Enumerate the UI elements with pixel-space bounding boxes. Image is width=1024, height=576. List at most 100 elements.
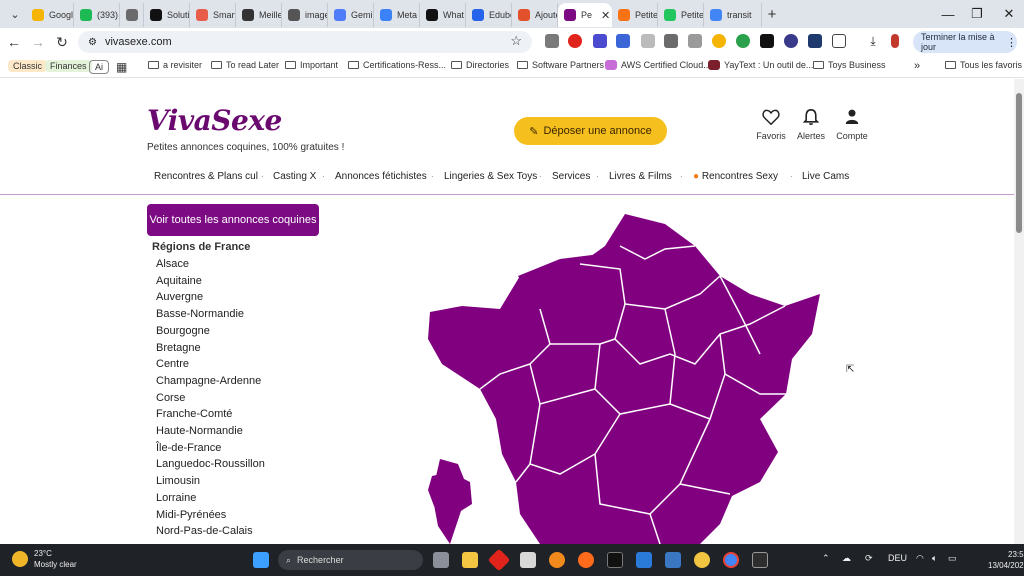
vscode-icon[interactable]: [636, 552, 652, 568]
profile-icon[interactable]: [891, 34, 899, 48]
region-link[interactable]: Franche-Comté: [156, 408, 232, 420]
nav-services[interactable]: Services: [552, 171, 590, 182]
bookmark-folder-2[interactable]: Important: [285, 60, 338, 70]
region-link[interactable]: Champagne-Ardenne: [156, 375, 261, 387]
tray-network-app-icon[interactable]: ☁: [842, 553, 851, 564]
browser-tab[interactable]: Meilleu: [236, 3, 282, 27]
region-link[interactable]: Bretagne: [156, 342, 201, 354]
extension-opera-icon[interactable]: [568, 34, 582, 48]
bookmark-folder-0[interactable]: a revisiter: [148, 60, 202, 70]
nav-rencontres[interactable]: Rencontres & Plans cul: [154, 171, 258, 182]
nav-live-cams[interactable]: Live Cams: [802, 171, 849, 182]
bookmark-yaytext[interactable]: YayText : Un outil de...: [708, 60, 813, 70]
bookmark-folder-3[interactable]: Certifications-Ress...: [348, 60, 446, 70]
task-view-icon[interactable]: [433, 552, 449, 568]
extension-green-icon[interactable]: [736, 34, 750, 48]
browser-tab[interactable]: Solutio: [144, 3, 190, 27]
browser-tab[interactable]: Pe ✕: [558, 3, 612, 27]
extension-a-icon[interactable]: [641, 34, 655, 48]
extension-v-icon[interactable]: [784, 34, 798, 48]
nav-lingeries[interactable]: Lingeries & Sex Toys: [444, 171, 537, 182]
page-scrollbar[interactable]: [1014, 79, 1024, 544]
file-explorer-icon[interactable]: [462, 552, 478, 568]
wifi-icon[interactable]: ◠: [916, 553, 924, 564]
bookmark-aws[interactable]: AWS Certified Cloud...: [605, 60, 711, 70]
browser-tab[interactable]: Petites: [612, 3, 658, 27]
tray-sync-icon[interactable]: ⟳: [865, 553, 873, 564]
browser-tab[interactable]: transit: [704, 3, 762, 27]
system-clock[interactable]: 23:52 13/04/2025: [988, 549, 1024, 571]
browser-tab[interactable]: Google: [26, 3, 74, 27]
all-bookmarks-button[interactable]: Tous les favoris: [945, 60, 1022, 70]
scrollbar-thumb[interactable]: [1016, 93, 1022, 233]
tray-overflow-icon[interactable]: ⌃: [822, 553, 830, 564]
extension-camera-icon[interactable]: [664, 34, 678, 48]
browser-tab[interactable]: (393) V: [74, 3, 120, 27]
minimize-button[interactable]: —: [933, 0, 963, 28]
extension-pen-icon[interactable]: [760, 34, 774, 48]
browser-tab[interactable]: Smart: [190, 3, 236, 27]
battery-icon[interactable]: ▭: [948, 553, 957, 564]
bookmark-chip-finances[interactable]: Finances: [45, 60, 92, 72]
region-link[interactable]: Haute-Normandie: [156, 425, 243, 437]
close-window-button[interactable]: ✕: [994, 0, 1024, 28]
browser-tab[interactable]: Edube: [466, 3, 512, 27]
restore-button[interactable]: ❐: [962, 0, 992, 28]
all-ads-button[interactable]: Voir toutes les annonces coquines: [147, 204, 319, 236]
region-link[interactable]: Midi-Pyrénées: [156, 509, 226, 521]
yellow-app-icon[interactable]: [694, 552, 710, 568]
extensions-puzzle-icon[interactable]: [832, 34, 846, 48]
site-logo[interactable]: VivaSexe: [147, 104, 282, 137]
region-link[interactable]: Centre: [156, 358, 189, 370]
new-tab-button[interactable]: +: [762, 6, 782, 23]
browser-tab[interactable]: Meta A: [374, 3, 420, 27]
browser-tab[interactable]: Ai: [120, 3, 144, 27]
france-map[interactable]: [420, 214, 830, 544]
region-link[interactable]: Île-de-France: [156, 442, 221, 454]
tab-search-button[interactable]: ⌄: [4, 3, 26, 25]
bookmark-star-icon[interactable]: ☆: [510, 33, 522, 49]
region-link[interactable]: Auvergne: [156, 291, 203, 303]
taskbar-search[interactable]: ⌕ Rechercher: [278, 550, 423, 570]
forward-button[interactable]: →: [26, 34, 50, 50]
red-app-icon[interactable]: [487, 548, 511, 572]
search-app-icon[interactable]: [549, 552, 565, 568]
address-bar[interactable]: ⚙ vivasexe.com ☆: [78, 31, 532, 53]
region-link[interactable]: Lorraine: [156, 492, 196, 504]
photos-icon[interactable]: [665, 552, 681, 568]
nav-fetichistes[interactable]: Annonces fétichistes: [335, 171, 427, 182]
update-button[interactable]: Terminer la mise à jour ⋮: [913, 31, 1017, 53]
close-tab-icon[interactable]: ✕: [601, 9, 610, 22]
reload-button[interactable]: ↻: [50, 34, 74, 51]
bookmark-chip-classic[interactable]: Classic: [8, 60, 48, 72]
weather-widget[interactable]: 23°C Mostly clear: [12, 548, 77, 570]
bookmark-chip-ai[interactable]: Ai: [89, 60, 110, 74]
bookmark-folder-8[interactable]: Toys Business: [813, 60, 886, 70]
browser-tab[interactable]: image: [282, 3, 328, 27]
region-link[interactable]: Corse: [156, 392, 185, 404]
language-indicator[interactable]: DEU: [888, 553, 907, 563]
bookmarks-overflow-button[interactable]: »: [914, 60, 920, 72]
browser-tab[interactable]: What i: [420, 3, 466, 27]
region-link[interactable]: Limousin: [156, 475, 200, 487]
firefox-icon[interactable]: [578, 552, 594, 568]
browser-tab[interactable]: Gemin: [328, 3, 374, 27]
extension-stack-icon[interactable]: [688, 34, 702, 48]
post-ad-button[interactable]: ✎ Déposer une annonce: [514, 117, 667, 145]
region-link[interactable]: Nord-Pas-de-Calais: [156, 525, 253, 537]
nav-livres[interactable]: Livres & Films: [609, 171, 672, 182]
extension-recycle-icon[interactable]: [545, 34, 559, 48]
region-link[interactable]: Alsace: [156, 258, 189, 270]
account-link[interactable]: Compte: [827, 107, 877, 141]
extension-coin-icon[interactable]: [712, 34, 726, 48]
volume-icon[interactable]: 🔈︎: [932, 553, 937, 564]
extension-cube-icon[interactable]: [808, 34, 822, 48]
browser-tab[interactable]: Petites: [658, 3, 704, 27]
region-link[interactable]: Aquitaine: [156, 275, 202, 287]
extension-translate-icon[interactable]: [616, 34, 630, 48]
apps-grid-icon[interactable]: ▦: [116, 60, 127, 74]
browser-tab[interactable]: Ajoute: [512, 3, 558, 27]
nav-casting[interactable]: Casting X: [273, 171, 316, 182]
bookmark-folder-1[interactable]: To read Later: [211, 60, 279, 70]
region-link[interactable]: Bourgogne: [156, 325, 210, 337]
